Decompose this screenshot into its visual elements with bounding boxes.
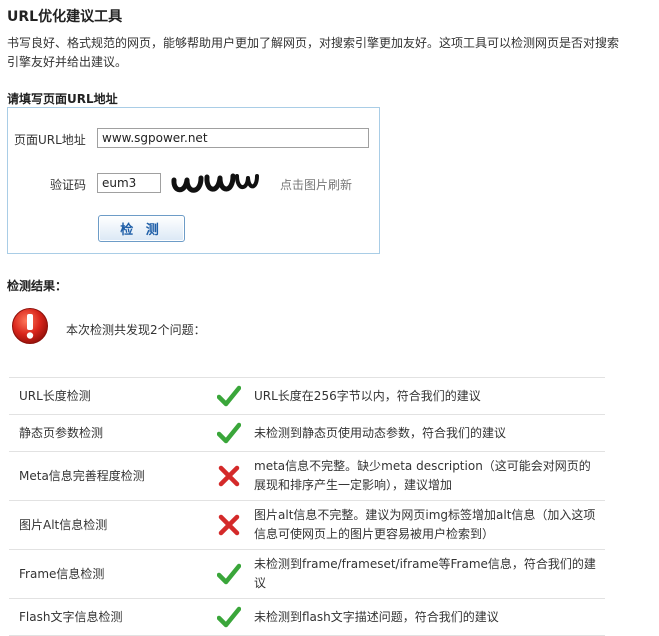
cross-icon — [218, 465, 240, 487]
url-label: 页面URL地址 — [14, 133, 86, 147]
check-name: Flash文字信息检测 — [9, 598, 210, 636]
check-icon — [217, 385, 241, 407]
check-name: Frame信息检测 — [9, 549, 210, 599]
table-row: 静态页参数检测 未检测到静态页使用动态参数，符合我们的建议 — [9, 414, 605, 452]
check-message: 未检测到flash文字描述问题，符合我们的建议 — [248, 598, 605, 636]
check-icon — [217, 422, 241, 444]
captcha-label: 验证码 — [50, 178, 87, 192]
result-summary: 本次检测共发现2个问题： — [66, 323, 206, 337]
result-heading: 检测结果： — [7, 279, 68, 293]
url-form: 页面URL地址 验证码 点击图片刷新 检 测 — [7, 107, 380, 254]
table-row: Frame信息检测 未检测到frame/frameset/iframe等Fram… — [9, 549, 605, 599]
check-message: meta信息不完整。缺少meta description（这可能会对网页的展现和… — [248, 451, 605, 501]
captcha-input[interactable] — [97, 173, 161, 193]
captcha-image[interactable] — [169, 168, 261, 196]
check-name: 图片Alt信息检测 — [9, 500, 210, 550]
check-message: 未检测到静态页使用动态参数，符合我们的建议 — [248, 414, 605, 452]
page-title: URL优化建议工具 — [7, 9, 123, 25]
table-row: 图片Alt信息检测 图片alt信息不完整。建议为网页img标签增加alt信息（加… — [9, 500, 605, 550]
table-row: Flash文字信息检测 未检测到flash文字描述问题，符合我们的建议 — [9, 598, 605, 636]
check-name: 静态页参数检测 — [9, 414, 210, 452]
alert-icon — [12, 308, 48, 344]
check-name: URL长度检测 — [9, 377, 210, 415]
results-table: URL长度检测 URL长度在256字节以内，符合我们的建议 静态页参数检测 未检… — [9, 377, 605, 636]
cross-icon — [218, 514, 240, 536]
form-heading: 请填写页面URL地址 — [7, 92, 118, 106]
url-input[interactable] — [97, 128, 369, 148]
table-row: Meta信息完善程度检测 meta信息不完整。缺少meta descriptio… — [9, 451, 605, 501]
check-message: URL长度在256字节以内，符合我们的建议 — [248, 377, 605, 415]
check-message: 未检测到frame/frameset/iframe等Frame信息，符合我们的建… — [248, 549, 605, 599]
intro-text: 书写良好、格式规范的网页，能够帮助用户更加了解网页，对搜索引擎更加友好。这项工具… — [7, 36, 620, 69]
check-name: Meta信息完善程度检测 — [9, 451, 210, 501]
check-icon — [217, 563, 241, 585]
check-button[interactable]: 检 测 — [98, 215, 185, 242]
table-row: URL长度检测 URL长度在256字节以内，符合我们的建议 — [9, 377, 605, 415]
captcha-refresh-link[interactable]: 点击图片刷新 — [280, 176, 352, 193]
check-message: 图片alt信息不完整。建议为网页img标签增加alt信息（加入这项信息可使网页上… — [248, 500, 605, 550]
check-icon — [217, 606, 241, 628]
